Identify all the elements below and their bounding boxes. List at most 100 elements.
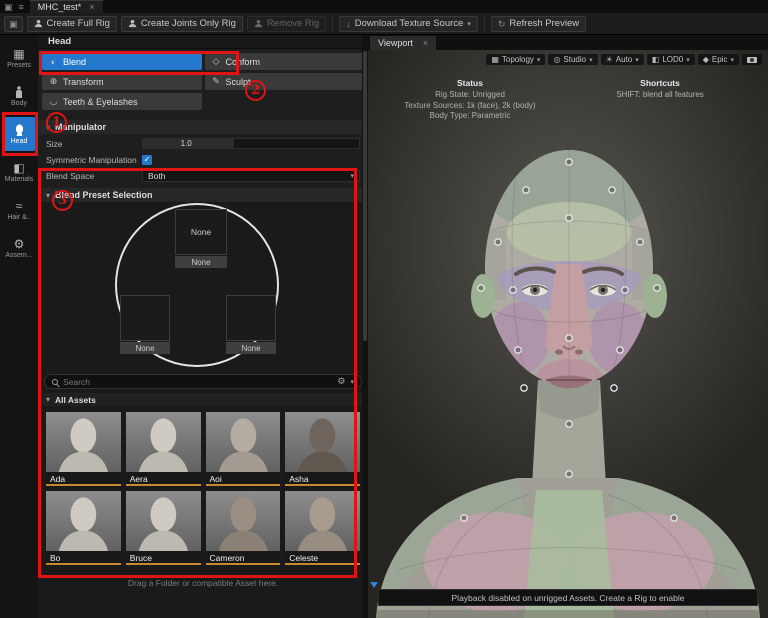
sculpt-tool-label: Sculpt xyxy=(225,76,251,87)
blend-wheel[interactable]: None None None None xyxy=(38,202,368,370)
camera-button[interactable] xyxy=(742,54,762,65)
download-texture-source-label: Download Texture Source xyxy=(354,18,464,29)
auto-label: Auto xyxy=(615,55,633,64)
size-value: 1.0 xyxy=(180,139,192,148)
sculpt-icon: ✎ xyxy=(212,76,220,86)
create-joints-only-rig-label: Create Joints Only Rig xyxy=(140,18,236,29)
teeth-eyelashes-tool-button[interactable]: ◡ Teeth & Eyelashes xyxy=(42,93,202,110)
expander-caret-icon: ▾ xyxy=(46,395,51,404)
document-tab[interactable]: MHC_test* × xyxy=(29,0,103,13)
status-title: Status xyxy=(457,78,483,88)
shortcuts-title: Shortcuts xyxy=(640,78,680,88)
sidebar-item-label: Head xyxy=(10,137,28,145)
blend-slot-top[interactable]: None None xyxy=(175,209,227,268)
blend-preset-section-header[interactable]: ▾ Blend Preset Selection xyxy=(38,188,368,202)
model-ear-left xyxy=(471,274,495,318)
sidebar-item-head[interactable]: Head xyxy=(2,117,36,151)
size-slider[interactable]: 1.0 xyxy=(142,138,360,149)
lod-dropdown[interactable]: ◧ LOD0 ▾ xyxy=(646,54,695,65)
transform-tool-button[interactable]: ⊕ Transform xyxy=(42,73,202,90)
download-texture-source-button[interactable]: ↓ Download Texture Source ▾ xyxy=(339,15,478,32)
asset-tile-aera[interactable]: Aera xyxy=(125,412,201,486)
blend-slot-caption: None xyxy=(120,342,170,354)
quality-dropdown[interactable]: ◆ Epic ▾ xyxy=(697,54,739,65)
transform-icon: ⊕ xyxy=(49,76,58,86)
asset-tile-ada[interactable]: Ada xyxy=(46,412,121,486)
blend-space-dropdown[interactable]: Both ▾ xyxy=(142,169,360,182)
sidebar-item-materials[interactable]: ◧ Materials xyxy=(2,155,36,189)
shortcut-line: SHIFT: blend all features xyxy=(616,90,704,99)
asset-portrait xyxy=(46,412,121,472)
asset-portrait xyxy=(125,412,201,472)
person-icon xyxy=(254,19,263,28)
document-tab-label: MHC_test* xyxy=(37,2,82,12)
asset-portrait xyxy=(205,412,281,472)
asset-portrait xyxy=(125,491,201,551)
panel-scrollbar-thumb[interactable] xyxy=(363,51,367,341)
blend-slot-left[interactable]: None xyxy=(120,295,170,354)
topology-dropdown[interactable]: ▦ Topology ▾ xyxy=(486,54,546,65)
studio-environment-dropdown[interactable]: ◎ Studio ▾ xyxy=(548,54,598,65)
gear-icon[interactable]: ⚙ xyxy=(337,376,345,387)
studio-label: Studio xyxy=(563,55,587,64)
menu-icon[interactable]: ≡ xyxy=(19,2,24,12)
remove-rig-label: Remove Rig xyxy=(266,18,320,29)
blend-tool-label: Blend xyxy=(63,56,87,67)
viewport-panel: Viewport × ▦ Topology ▾ ◎ Studio ▾ ☀ Aut… xyxy=(368,35,768,618)
sidebar-item-label: Hair &.. xyxy=(7,213,31,221)
search-input[interactable] xyxy=(63,376,333,387)
create-joints-only-rig-button[interactable]: Create Joints Only Rig xyxy=(120,15,243,32)
body-type-line: Body Type: Parametric xyxy=(429,111,511,120)
blend-preset-body: None None None None ⚙ xyxy=(38,202,368,618)
chevron-down-icon: ▾ xyxy=(635,56,639,64)
asset-tile-celeste[interactable]: Celeste xyxy=(285,491,360,565)
sidebar-item-presets[interactable]: ▦ Presets xyxy=(2,41,36,75)
body-icon xyxy=(14,86,24,99)
conform-icon: ◇ xyxy=(212,56,220,66)
auto-lighting-dropdown[interactable]: ☀ Auto ▾ xyxy=(600,54,644,65)
viewport-tabbar: Viewport × xyxy=(368,35,768,50)
drop-hint: Drag a Folder or compatible Asset here. xyxy=(127,578,279,588)
create-full-rig-button[interactable]: Create Full Rig xyxy=(26,15,117,32)
asset-name: Aoi xyxy=(205,472,281,486)
size-row: Size 1.0 xyxy=(38,137,368,150)
timeline-playhead[interactable] xyxy=(370,582,378,588)
conform-tool-button[interactable]: ◇ Conform xyxy=(204,53,364,70)
viewport-3d-view[interactable]: ▦ Topology ▾ ◎ Studio ▾ ☀ Auto ▾ ◧ LOD0 … xyxy=(368,50,768,618)
sculpt-tool-button[interactable]: ✎ Sculpt xyxy=(204,73,364,90)
manipulator-section-header[interactable]: ▾ Manipulator xyxy=(38,120,368,134)
materials-icon: ◧ xyxy=(13,160,25,175)
viewport-3d-model[interactable] xyxy=(368,50,768,618)
symmetric-manipulation-checkbox[interactable]: ✓ xyxy=(142,154,152,165)
asset-portrait xyxy=(46,491,121,551)
asset-tile-aoi[interactable]: Aoi xyxy=(205,412,281,486)
asset-name: Ada xyxy=(46,472,121,486)
refresh-preview-button[interactable]: ↻ Refresh Preview xyxy=(490,15,587,32)
teeth-eyelashes-tool-label: Teeth & Eyelashes xyxy=(63,96,138,107)
sidebar-item-assembly[interactable]: ⚙ Assem... xyxy=(2,231,36,265)
asset-tile-cameron[interactable]: Cameron xyxy=(205,491,281,565)
viewport-tab-label: Viewport xyxy=(378,38,413,48)
asset-name: Bo xyxy=(46,551,121,565)
viewport-tab[interactable]: Viewport × xyxy=(370,36,437,50)
remove-rig-button[interactable]: Remove Rig xyxy=(246,15,327,32)
all-assets-header[interactable]: ▾ All Assets xyxy=(38,393,368,406)
close-viewport-tab-icon[interactable]: × xyxy=(423,38,428,48)
close-tab-icon[interactable]: × xyxy=(89,2,94,12)
sidebar-item-body[interactable]: Body xyxy=(2,79,36,113)
blend-slot-right[interactable]: None xyxy=(226,295,276,354)
blend-slot-box[interactable] xyxy=(226,295,276,341)
blend-tool-button[interactable]: ◐ Blend xyxy=(42,53,202,70)
blend-preset-section-label: Blend Preset Selection xyxy=(55,190,153,200)
asset-name: Cameron xyxy=(205,551,281,565)
asset-tile-bo[interactable]: Bo xyxy=(46,491,121,565)
save-button[interactable]: ▣ xyxy=(4,15,23,32)
blend-slot-box[interactable] xyxy=(120,295,170,341)
asset-tile-asha[interactable]: Asha xyxy=(285,412,360,486)
all-assets-label: All Assets xyxy=(55,394,96,405)
chevron-down-icon[interactable]: ▾ xyxy=(350,378,354,386)
blend-slot-box[interactable]: None xyxy=(175,209,227,255)
asset-tile-bruce[interactable]: Bruce xyxy=(125,491,201,565)
search-icon xyxy=(52,378,58,385)
sidebar-item-hair[interactable]: ≈ Hair &.. xyxy=(2,193,36,227)
